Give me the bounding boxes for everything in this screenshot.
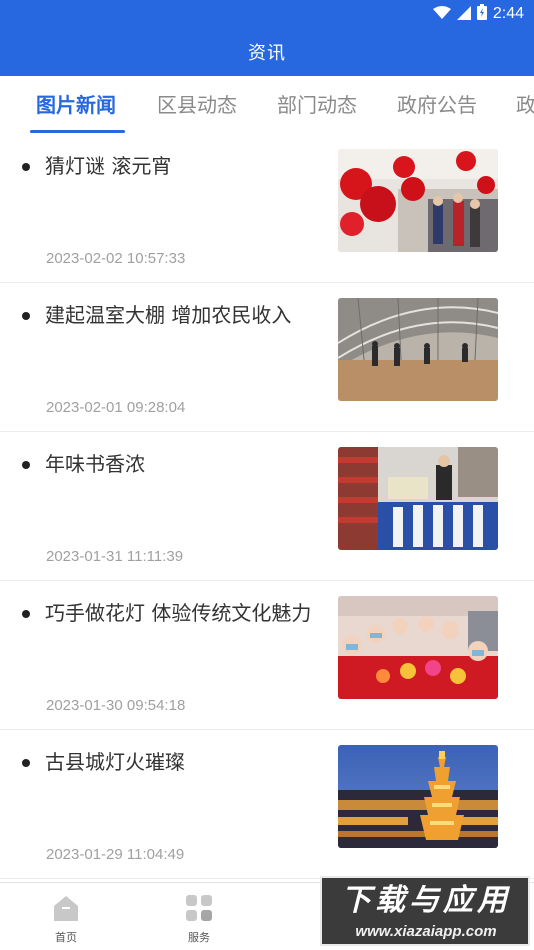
bullet-icon [22, 312, 30, 320]
news-list: 猜灯谜 滚元宵 2023-02-02 10:57:33 建起温室大棚 增加农民收… [0, 134, 534, 879]
nav-service-label: 服务 [188, 931, 210, 944]
children-lanterns-photo [338, 596, 498, 699]
news-title[interactable]: 猜灯谜 滚元宵 [45, 152, 330, 180]
tab-picture-news[interactable]: 图片新闻 [36, 90, 116, 120]
news-item[interactable]: 猜灯谜 滚元宵 2023-02-02 10:57:33 [0, 134, 534, 283]
battery-icon [476, 4, 487, 24]
category-tabs: 图片新闻 区县动态 部门动态 政府公告 政 [0, 76, 534, 134]
greenhouse-photo [338, 298, 498, 401]
active-tab-indicator [30, 130, 125, 133]
news-title[interactable]: 年味书香浓 [45, 450, 330, 478]
watermark-text: 下载与应用 [341, 883, 511, 918]
lanterns-photo [338, 149, 498, 252]
news-title[interactable]: 巧手做花灯 体验传统文化魅力 [45, 599, 330, 627]
status-icons: 2:44 [432, 3, 524, 25]
tab-government-notice[interactable]: 政府公告 [397, 90, 477, 120]
news-item[interactable]: 建起温室大棚 增加农民收入 2023-02-01 09:28:04 [0, 283, 534, 432]
news-time: 2023-02-02 10:57:33 [46, 250, 186, 267]
news-time: 2023-01-31 11:11:39 [46, 548, 184, 565]
news-thumbnail[interactable] [338, 596, 498, 699]
news-item[interactable]: 古县城灯火璀璨 2023-01-29 11:04:49 [0, 730, 534, 879]
news-thumbnail[interactable] [338, 298, 498, 401]
bookstore-photo [338, 447, 498, 550]
app-root: 2:44 资讯 图片新闻 区县动态 部门动态 政府公告 政 猜灯谜 滚元宵 20… [0, 0, 534, 950]
status-bar: 2:44 [0, 0, 534, 28]
title-bar: 资讯 [0, 28, 534, 76]
news-time: 2023-02-01 09:28:04 [46, 399, 186, 416]
wifi-icon [432, 5, 451, 24]
nav-service[interactable]: 服务 [164, 893, 234, 949]
news-item[interactable]: 巧手做花灯 体验传统文化魅力 2023-01-30 09:54:18 [0, 581, 534, 730]
news-item[interactable]: 年味书香浓 2023-01-31 11:11:39 [0, 432, 534, 581]
bullet-icon [22, 759, 30, 767]
tab-department-news[interactable]: 部门动态 [277, 90, 357, 120]
nav-home[interactable]: 首页 [31, 893, 101, 949]
bullet-icon [22, 610, 30, 618]
news-thumbnail[interactable] [338, 149, 498, 252]
tab-more[interactable]: 政 [516, 90, 534, 120]
page-title: 资讯 [248, 43, 286, 64]
news-title[interactable]: 古县城灯火璀璨 [45, 748, 330, 776]
bullet-icon [22, 461, 30, 469]
home-icon [54, 896, 78, 921]
watermark-logo: 下载与应用 www.xiazaiapp.com [320, 876, 530, 946]
news-thumbnail[interactable] [338, 447, 498, 550]
news-title[interactable]: 建起温室大棚 增加农民收入 [45, 301, 330, 329]
bullet-icon [22, 163, 30, 171]
nav-home-label: 首页 [55, 931, 77, 944]
grid-icon [186, 895, 212, 921]
watermark-url: www.xiazaiapp.com [355, 923, 497, 940]
news-thumbnail[interactable] [338, 745, 498, 848]
status-time: 2:44 [492, 5, 524, 22]
news-time: 2023-01-29 11:04:49 [46, 846, 185, 863]
news-time: 2023-01-30 09:54:18 [46, 697, 186, 714]
tab-district-news[interactable]: 区县动态 [157, 90, 237, 120]
night-city-photo [338, 745, 498, 848]
signal-icon [456, 5, 471, 24]
